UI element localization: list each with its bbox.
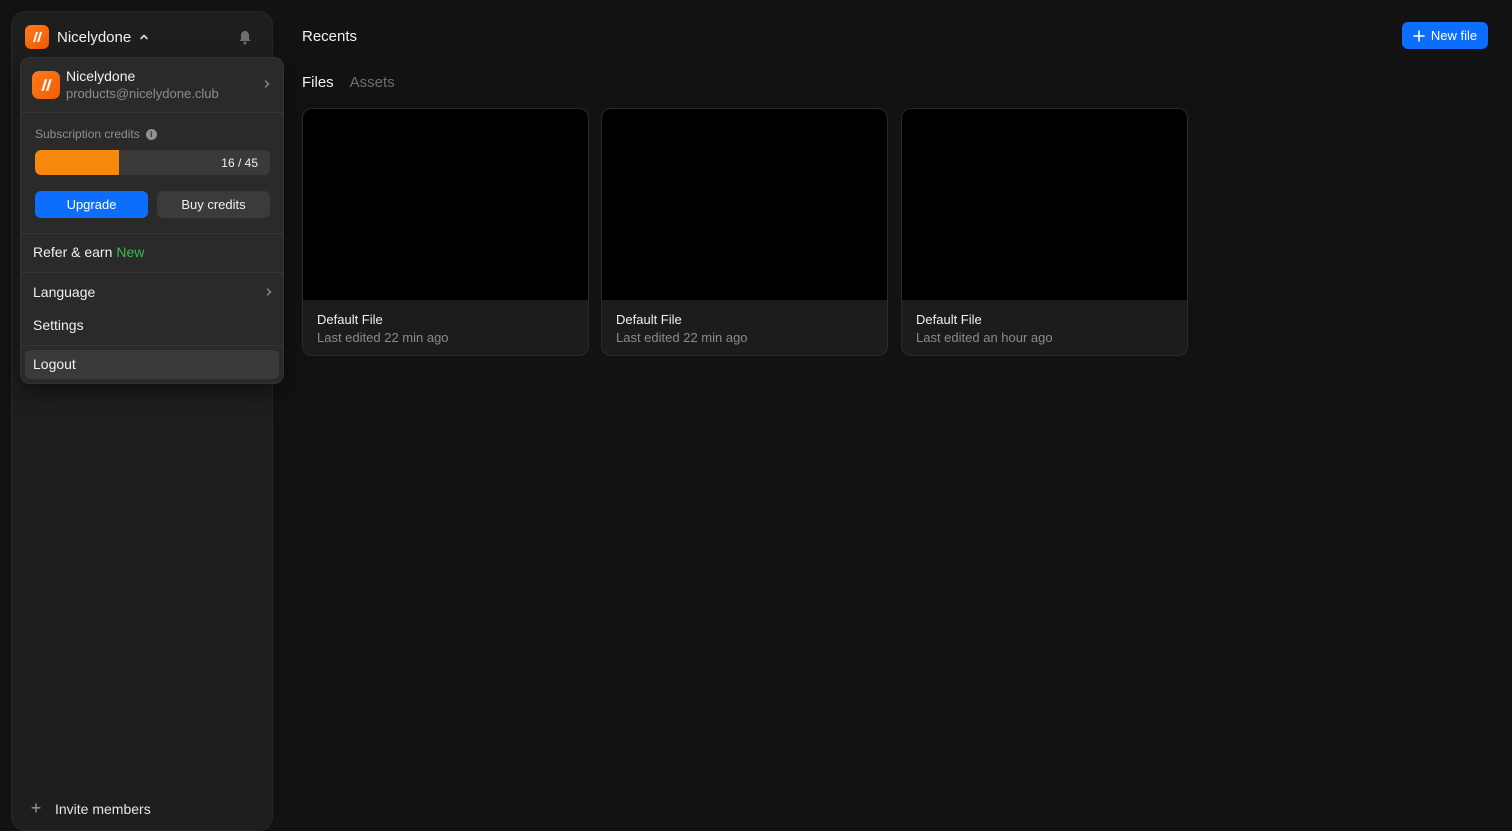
account-name: Nicelydone [66, 68, 136, 84]
file-thumbnail [303, 109, 588, 300]
tab-files[interactable]: Files [302, 74, 334, 91]
file-card[interactable]: Default File Last edited an hour ago [901, 108, 1188, 356]
account-email: products@nicelydone.club [66, 86, 219, 101]
plus-icon: + [30, 798, 42, 818]
workspace-logo-icon [25, 25, 49, 49]
refer-earn-label: Refer & earn [33, 244, 113, 260]
logout-label: Logout [33, 356, 76, 372]
bell-icon[interactable] [235, 27, 255, 47]
buy-credits-button[interactable]: Buy credits [157, 191, 270, 218]
account-row[interactable]: Nicelydone products@nicelydone.club [21, 58, 283, 113]
invite-members-label: Invite members [55, 800, 151, 817]
chevron-up-icon [140, 34, 149, 40]
account-logo-icon [32, 71, 60, 99]
file-card[interactable]: Default File Last edited 22 min ago [302, 108, 589, 356]
file-title: Default File [317, 312, 383, 327]
credits-count: 16 / 45 [221, 156, 258, 170]
file-thumbnail [902, 109, 1187, 300]
refer-earn-item[interactable]: Refer & earn New [33, 244, 144, 260]
plus-icon [1413, 29, 1425, 42]
credits-progress-bar: 16 / 45 [35, 150, 270, 175]
chevron-right-icon [264, 80, 270, 88]
workspace-name: Nicelydone [57, 28, 132, 46]
file-title: Default File [616, 312, 682, 327]
tab-assets[interactable]: Assets [350, 74, 395, 91]
credits-label-row: Subscription credits i [35, 127, 157, 141]
language-label: Language [33, 284, 96, 300]
divider [21, 345, 283, 346]
file-last-edited: Last edited 22 min ago [317, 330, 449, 345]
tabs: Files Assets [302, 74, 395, 91]
divider [21, 233, 283, 234]
file-title: Default File [916, 312, 982, 327]
new-badge: New [116, 244, 145, 260]
invite-members-button[interactable]: + Invite members [29, 798, 151, 819]
settings-item[interactable]: Settings [33, 317, 84, 333]
credits-label: Subscription credits [35, 127, 140, 141]
info-icon[interactable]: i [145, 128, 157, 140]
file-last-edited: Last edited an hour ago [916, 330, 1053, 345]
account-info: Nicelydone products@nicelydone.club [66, 68, 219, 102]
logout-item[interactable]: Logout [25, 350, 279, 379]
settings-label: Settings [33, 317, 84, 333]
new-file-label: New file [1430, 28, 1478, 43]
file-thumbnail [602, 109, 887, 300]
file-last-edited: Last edited 22 min ago [616, 330, 748, 345]
credits-progress-fill [35, 150, 119, 175]
upgrade-button[interactable]: Upgrade [35, 191, 148, 218]
workspace-switcher[interactable]: Nicelydone [25, 25, 149, 49]
page-title: Recents [302, 28, 358, 45]
divider [21, 272, 283, 273]
chevron-right-icon [266, 288, 272, 296]
account-menu: Nicelydone products@nicelydone.club Subs… [20, 57, 284, 384]
new-file-button[interactable]: New file [1402, 22, 1488, 49]
language-item[interactable]: Language [33, 284, 273, 300]
file-card[interactable]: Default File Last edited 22 min ago [601, 108, 888, 356]
